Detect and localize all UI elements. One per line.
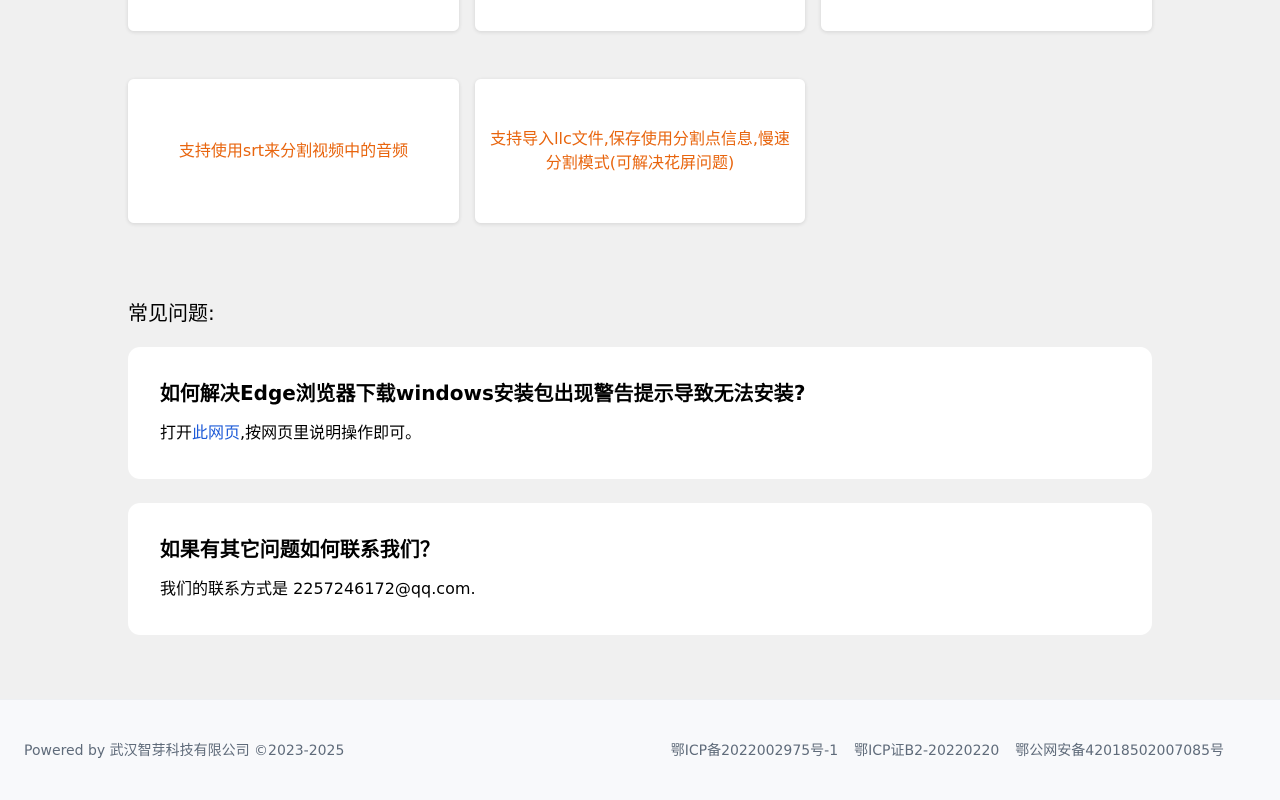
page: 支持使用srt来分割视频中的音频 支持导入llc文件,保存使用分割点信息,慢速分… xyxy=(0,0,1280,800)
footer-icp-record-link[interactable]: 鄂ICP备2022002975号-1 xyxy=(671,740,838,760)
faq-section-title: 常见问题: xyxy=(128,301,215,325)
faq-item-edge: 如何解决Edge浏览器下载windows安装包出现警告提示导致无法安装? 打开此… xyxy=(128,347,1152,479)
feature-card-srt: 支持使用srt来分割视频中的音频 xyxy=(128,79,459,223)
faq-answer: 打开此网页,按网页里说明操作即可。 xyxy=(160,421,1120,445)
faq-answer: 我们的联系方式是 2257246172@qq.com. xyxy=(160,579,476,598)
faq-question: 如果有其它问题如何联系我们？ xyxy=(160,537,440,561)
feature-card xyxy=(475,0,805,31)
feature-card-llc: 支持导入llc文件,保存使用分割点信息,慢速分割模式(可解决花屏问题) xyxy=(475,79,805,223)
faq-answer-link[interactable]: 此网页 xyxy=(192,423,240,442)
feature-card xyxy=(128,0,459,31)
feature-text: 支持导入llc文件,保存使用分割点信息,慢速分割模式(可解决花屏问题) xyxy=(490,129,790,172)
footer-icp-license-link[interactable]: 鄂ICP证B2-20220220 xyxy=(854,740,999,760)
faq-answer-prefix: 打开 xyxy=(160,423,193,442)
feature-text: 支持使用srt来分割视频中的音频 xyxy=(178,141,409,160)
faq-item-contact: 如果有其它问题如何联系我们？ 我们的联系方式是 2257246172@qq.co… xyxy=(128,503,1152,635)
faq-question: 如何解决Edge浏览器下载windows安装包出现警告提示导致无法安装? xyxy=(160,381,806,405)
footer-licenses: 鄂ICP备2022002975号-1 鄂ICP证B2-20220220 鄂公网安… xyxy=(671,740,1224,760)
footer: Powered by 武汉智芽科技有限公司 ©2023-2025 鄂ICP备20… xyxy=(0,699,1280,800)
footer-police-record-link[interactable]: 鄂公网安备42018502007085号 xyxy=(1015,740,1224,760)
faq-answer-suffix: ,按网页里说明操作即可。 xyxy=(240,423,422,442)
footer-powered-by: Powered by 武汉智芽科技有限公司 ©2023-2025 xyxy=(24,743,345,759)
feature-card xyxy=(821,0,1152,31)
